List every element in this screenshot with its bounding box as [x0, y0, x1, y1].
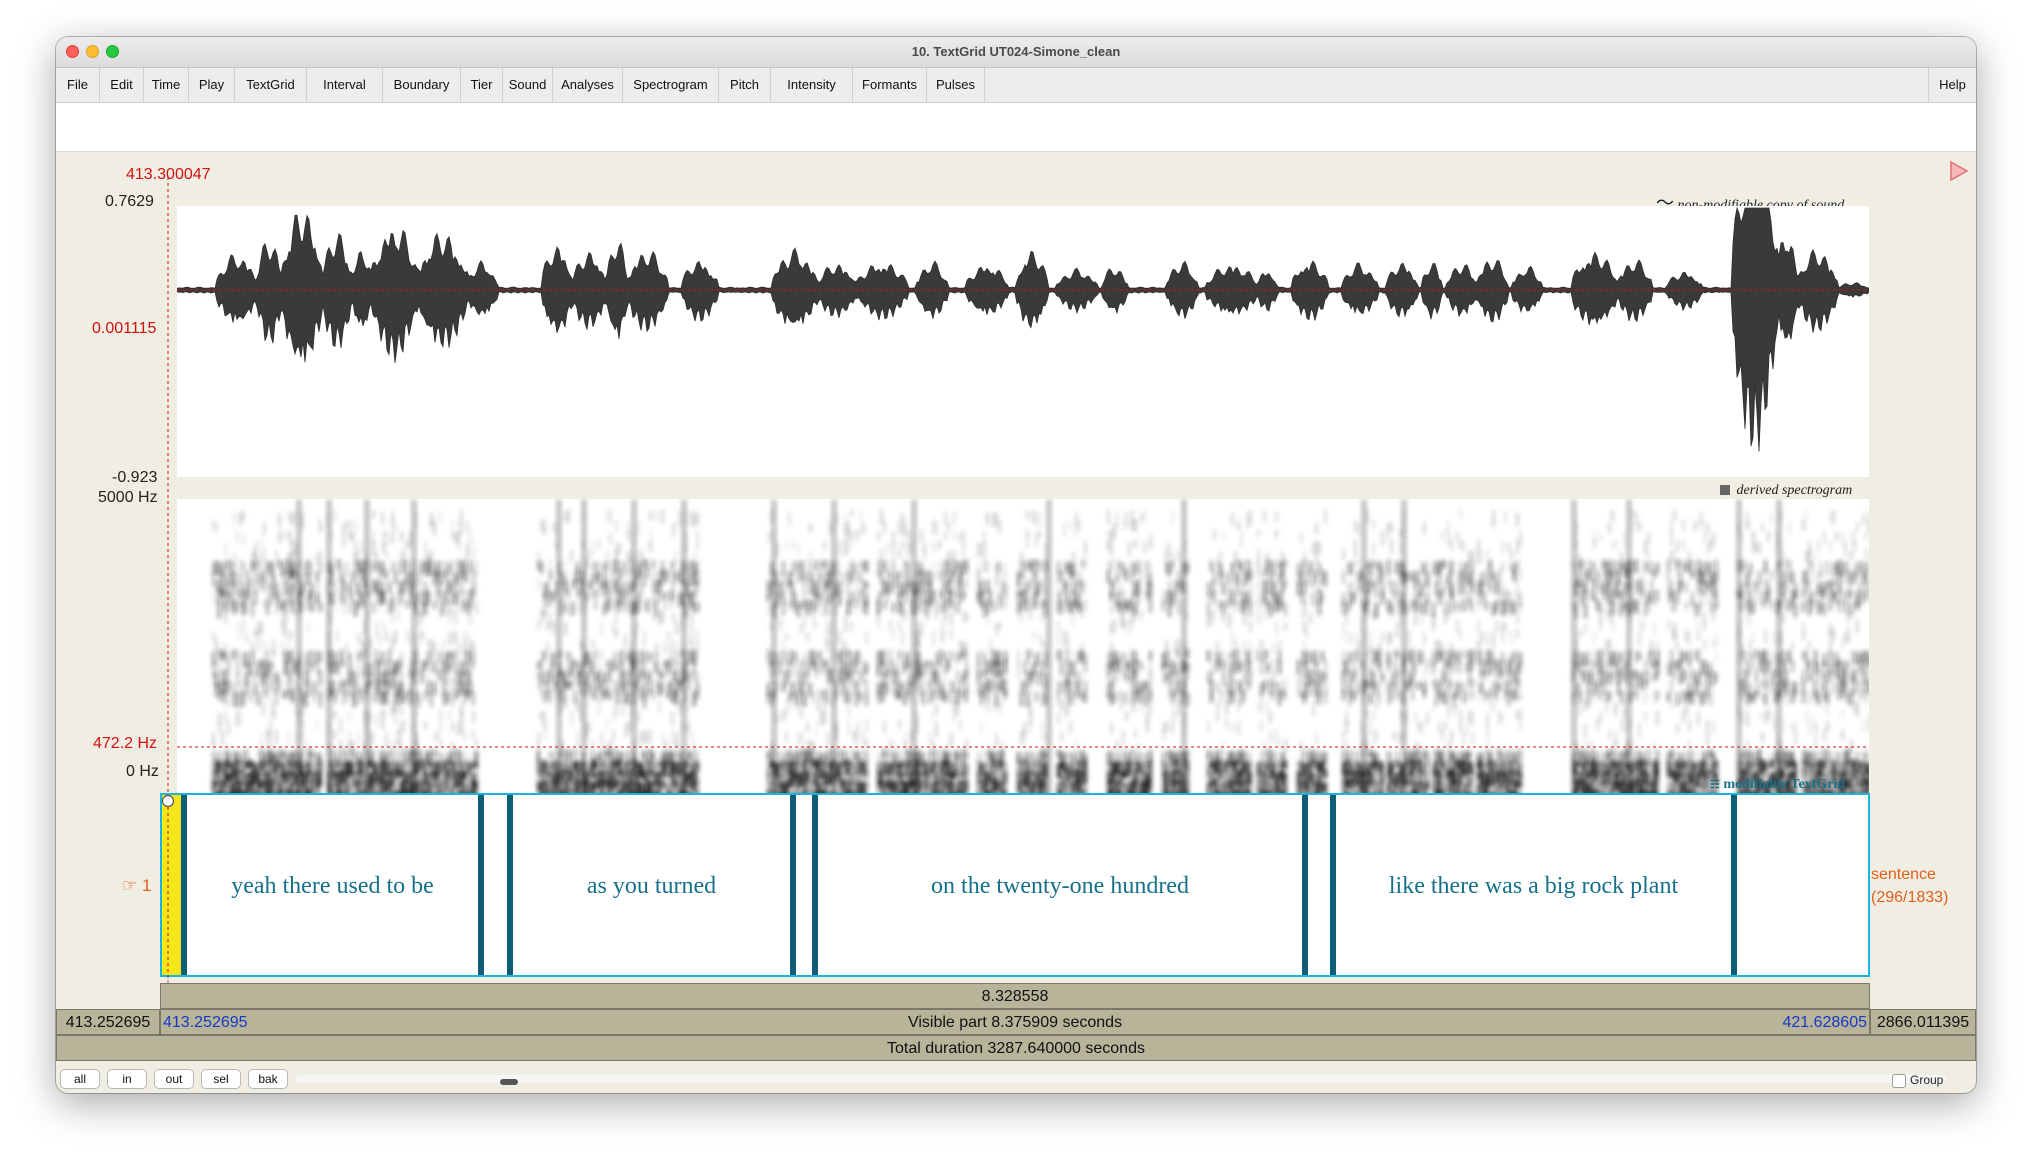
praat-textgrid-window: 10. TextGrid UT024-Simone_clean File Edi…	[56, 37, 1976, 1093]
boundary-handle-icon	[161, 794, 175, 808]
horizontal-scrollbar[interactable]	[296, 1075, 1946, 1083]
zoom-selection-button[interactable]: sel	[201, 1069, 241, 1089]
visible-start-time: 413.252695	[163, 1014, 248, 1031]
selection-duration-bar[interactable]: 8.328558	[160, 983, 1870, 1009]
zoom-out-button[interactable]: out	[154, 1069, 194, 1089]
total-duration-bar[interactable]: Total duration 3287.640000 seconds	[56, 1035, 1976, 1061]
group-checkbox[interactable]	[1892, 1074, 1906, 1088]
visible-part-label: Visible part 8.375909 seconds	[907, 1014, 1123, 1031]
group-label: Group	[1910, 1073, 1944, 1087]
cursor-overlay	[161, 177, 1869, 1041]
visible-end-time: 421.628605	[1782, 1014, 1867, 1031]
visible-part-bar[interactable]: 413.252695 Visible part 8.375909 seconds…	[160, 1009, 1870, 1035]
scrollbar-thumb[interactable]	[500, 1079, 518, 1085]
zoom-back-button[interactable]: bak	[248, 1069, 288, 1089]
zoom-all-button[interactable]: all	[60, 1069, 100, 1089]
left-hidden-duration[interactable]: 413.252695	[56, 1009, 160, 1035]
zoom-in-button[interactable]: in	[107, 1069, 147, 1089]
right-hidden-duration[interactable]: 2866.011395	[1870, 1009, 1976, 1035]
